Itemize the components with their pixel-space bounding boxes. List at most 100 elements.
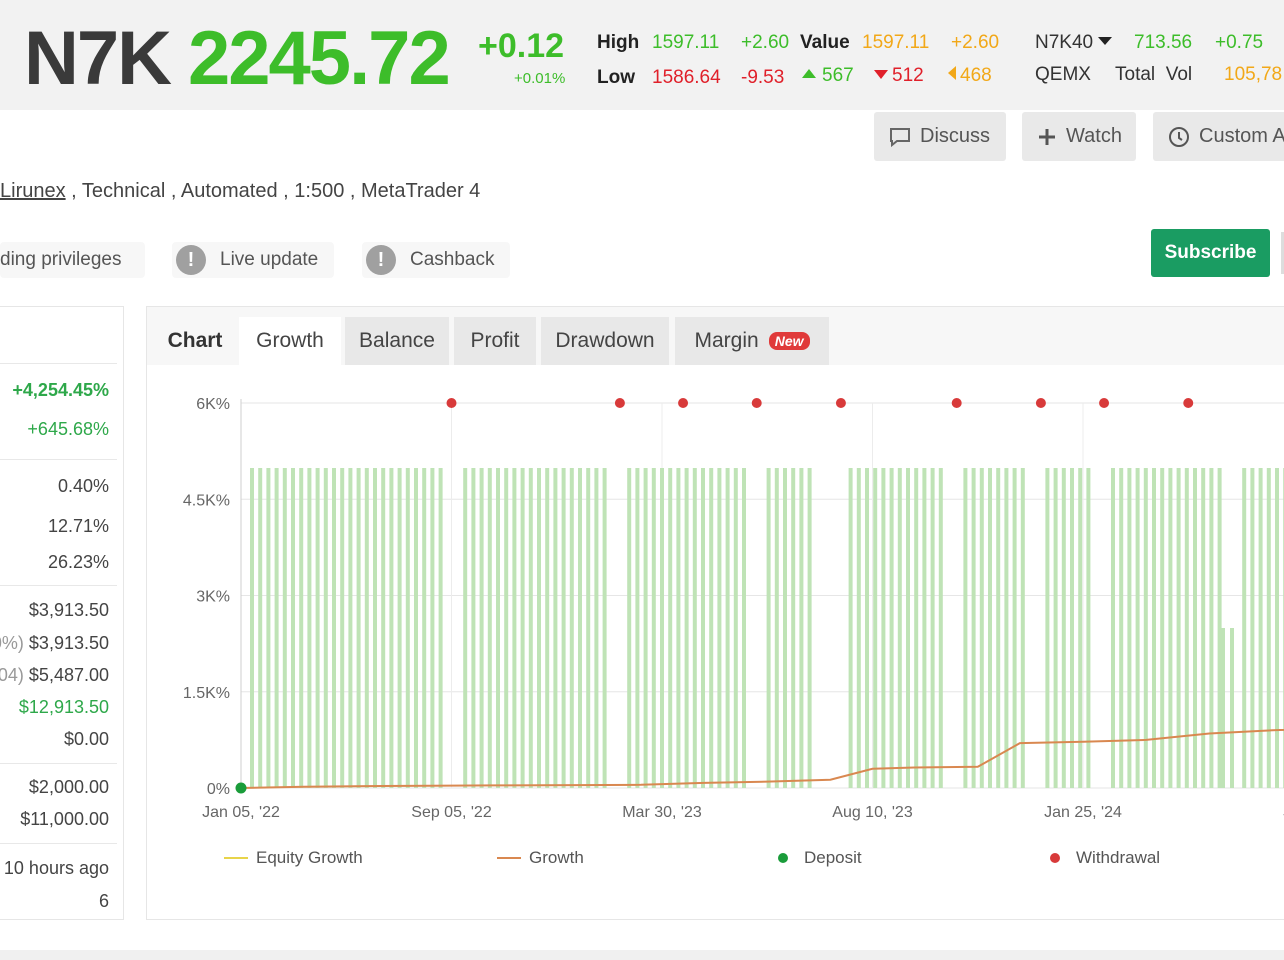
equity-bar [1184,468,1189,788]
withdrawal-marker [614,398,625,408]
equity-bar [315,468,320,788]
equity-bar [1045,468,1050,788]
equity-bar [438,468,443,788]
equity-bar [627,468,632,788]
equity-bar [364,468,369,788]
x-tick-label: Aug 10, '23 [832,804,913,821]
legend-label: Deposit [804,848,862,867]
equity-bar [537,468,541,788]
equity-bar [1193,468,1197,788]
legend-equity-growth[interactable]: Equity Growth [224,848,363,868]
y-tick-label: 3K% [196,589,230,606]
equity-bar [1004,468,1009,788]
equity-bar [1168,468,1173,788]
equity-bar [807,468,812,788]
divider [0,950,1284,960]
equity-bar [586,468,591,788]
withdrawal-marker [1183,398,1194,408]
equity-bar [873,468,878,788]
equity-bar [881,468,886,788]
equity-bar [643,468,648,788]
equity-bar [397,468,402,788]
equity-bar [471,468,476,788]
equity-bar [791,468,796,788]
equity-bar [1250,468,1255,788]
equity-bar [1221,628,1225,788]
equity-bar [1242,468,1247,788]
legend-withdrawal[interactable]: Withdrawal [1050,848,1160,868]
equity-bar [701,468,705,788]
equity-bar [430,468,435,788]
equity-bar [774,468,779,788]
equity-bar [1176,468,1181,788]
equity-bar [1160,468,1165,788]
equity-bar [561,468,566,788]
equity-bar [250,468,254,788]
equity-bar [897,468,902,788]
equity-bar [1020,468,1025,788]
withdrawal-marker [951,398,962,408]
equity-bar [651,468,656,788]
equity-bar [512,468,517,788]
equity-bar [1053,468,1058,788]
equity-bar [528,468,533,788]
y-tick-label: 1.5K% [183,685,230,702]
equity-bar [389,468,394,788]
equity-bar [668,468,673,788]
equity-bar [930,468,935,788]
equity-bar [332,468,336,788]
equity-bar [1258,468,1263,788]
equity-bar [996,468,1001,788]
legend-dot [778,853,788,863]
equity-bar [487,468,492,788]
legend-deposit[interactable]: Deposit [778,848,862,868]
x-tick-label: Jan 05, '22 [202,804,280,821]
equity-bar [1266,468,1271,788]
equity-bar [348,468,353,788]
equity-bar [635,468,640,788]
x-tick-label: Mar 30, '23 [622,804,702,821]
equity-bar [684,468,689,788]
y-tick-label: 4.5K% [183,492,230,509]
equity-bar [323,468,328,788]
x-tick-label: Jan 25, '24 [1044,804,1122,821]
equity-bar [602,468,607,788]
legend-swatch [224,857,248,859]
equity-bar [1275,468,1279,788]
equity-bar [1201,468,1206,788]
equity-bar [479,468,484,788]
equity-bar [963,468,968,788]
equity-bar [1086,468,1091,788]
equity-bar [914,468,919,788]
equity-bar [356,468,361,788]
equity-bar [520,468,525,788]
equity-bar [725,468,730,788]
legend-growth[interactable]: Growth [497,848,584,868]
axis-labels: 6K% 4.5K% 3K% 1.5K% 0% Jan 05, '22 Sep 05, '22… [183,396,1284,821]
withdrawal-marker [1035,398,1046,408]
x-tick-label: Sep 05, '22 [411,804,492,821]
equity-bar [594,468,599,788]
equity-bar [742,468,746,788]
equity-bar [938,468,943,788]
equity-bar [1230,628,1234,788]
equity-bar [496,468,500,788]
withdrawal-marker [1099,398,1110,408]
equity-bar [1070,468,1074,788]
equity-bar [578,468,582,788]
equity-bar [569,468,574,788]
legend-dot [1050,853,1060,863]
equity-bar [906,468,910,788]
equity-bar [979,468,984,788]
equity-bar [766,468,771,788]
withdrawal-marker [446,398,457,408]
equity-bar [1061,468,1066,788]
withdrawal-marker [751,398,762,408]
equity-bar [856,468,861,788]
equity-bar [692,468,697,788]
growth-chart: 6K% 4.5K% 3K% 1.5K% 0% Jan 05, '22 Sep 05, '22… [183,396,1284,821]
equity-bar [373,468,377,788]
equity-bar [504,468,509,788]
legend-label: Growth [529,848,584,867]
equity-bar [381,468,386,788]
